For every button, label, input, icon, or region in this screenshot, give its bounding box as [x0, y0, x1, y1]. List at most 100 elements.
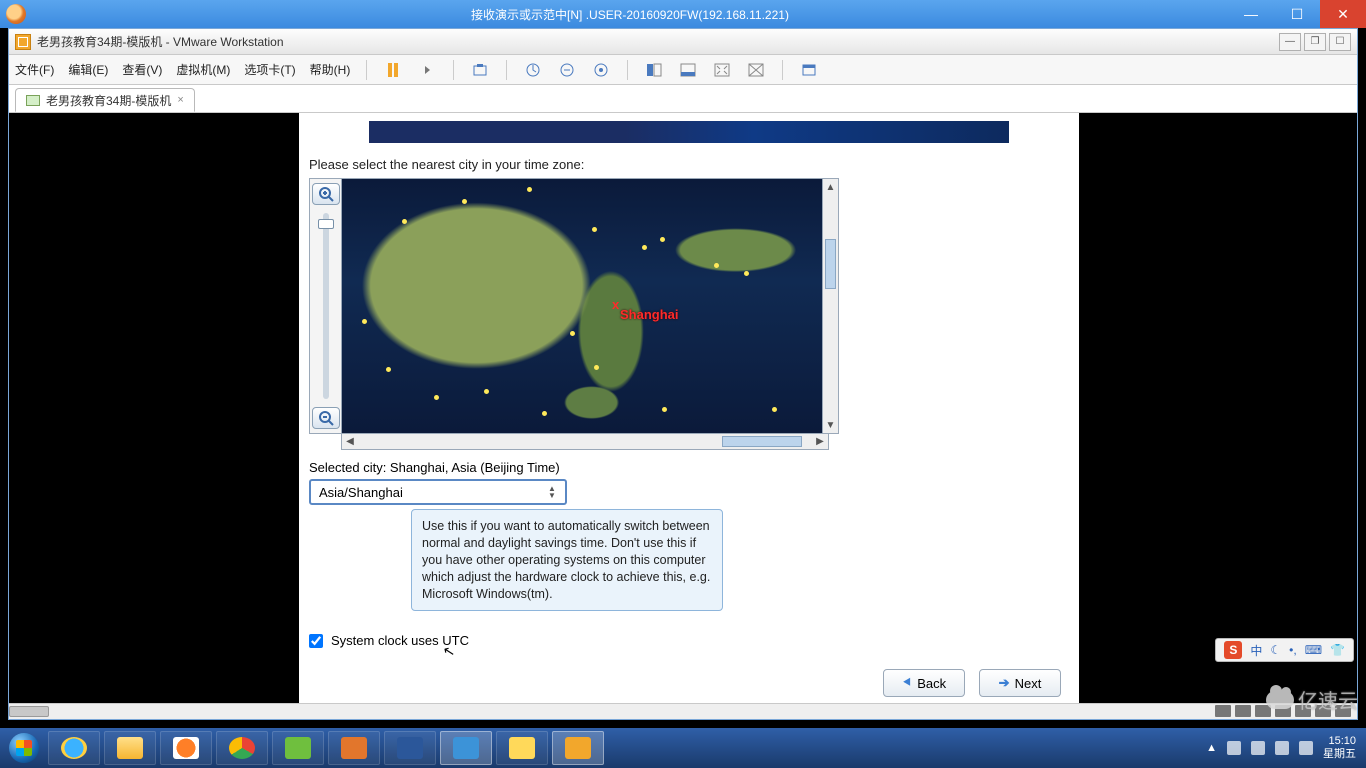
zoom-slider-handle[interactable]	[318, 219, 334, 229]
tray-chevron-up-icon[interactable]: ▲	[1206, 742, 1217, 754]
menu-file[interactable]: 文件(F)	[15, 61, 54, 78]
ime-toolbar[interactable]: S 中 ☾ •, ⌨ 👕	[1215, 638, 1354, 662]
vmware-title-bar: 老男孩教育34期-模版机 - VMware Workstation — ❐ ☐	[9, 29, 1357, 55]
scroll-up-icon[interactable]: ▲	[823, 179, 838, 195]
menu-vm[interactable]: 虚拟机(M)	[176, 61, 230, 78]
installer-nav-buttons: ⯇Back ➔Next	[883, 669, 1061, 697]
vmware-menu-bar: 文件(F) 编辑(E) 查看(V) 虚拟机(M) 选项卡(T) 帮助(H)	[9, 55, 1357, 85]
selected-city-marker-icon: x	[612, 297, 619, 312]
timezone-select[interactable]: Asia/Shanghai ▲▼	[309, 479, 567, 505]
vmware-window: 老男孩教育34期-模版机 - VMware Workstation — ❐ ☐ …	[8, 28, 1358, 720]
timezone-select-value: Asia/Shanghai	[319, 485, 545, 500]
tray-flag-icon[interactable]	[1227, 741, 1241, 755]
taskbar-word[interactable]	[384, 731, 436, 765]
taskbar-paint[interactable]	[496, 731, 548, 765]
city-dot-icon	[714, 263, 719, 268]
ime-lang-label[interactable]: 中	[1250, 642, 1262, 659]
vm-tab[interactable]: 老男孩教育34期-模版机 ×	[15, 88, 195, 112]
status-cd-icon[interactable]	[1235, 705, 1251, 717]
taskbar-media[interactable]	[160, 731, 212, 765]
zoom-out-button[interactable]	[312, 407, 340, 429]
timezone-map[interactable]: x Shanghai	[341, 178, 823, 434]
taskbar-utorrent[interactable]	[272, 731, 324, 765]
utc-checkbox[interactable]	[309, 634, 323, 648]
tray-clock[interactable]: 15:10 星期五	[1323, 735, 1356, 760]
menu-help[interactable]: 帮助(H)	[310, 61, 351, 78]
menu-tabs[interactable]: 选项卡(T)	[244, 61, 295, 78]
toolbar-pause-button[interactable]	[383, 60, 403, 80]
vmware-maximize-button[interactable]: ☐	[1329, 33, 1351, 51]
zoom-in-button[interactable]	[312, 183, 340, 205]
map-vertical-scrollbar[interactable]: ▲ ▼	[823, 178, 839, 434]
remote-maximize-button[interactable]: ☐	[1274, 0, 1320, 28]
chrome-icon	[229, 737, 255, 759]
back-button-label: Back	[917, 676, 946, 691]
map-hscroll-thumb[interactable]	[722, 436, 802, 447]
toolbar-snapshot-manager-icon[interactable]	[591, 60, 611, 80]
ime-punct-icon[interactable]: •,	[1289, 643, 1297, 657]
select-spinner-icon[interactable]: ▲▼	[545, 486, 559, 499]
city-dot-icon	[402, 219, 407, 224]
toolbar-view-console-icon[interactable]	[644, 60, 664, 80]
start-button[interactable]	[4, 728, 44, 768]
vmware-hscroll-thumb[interactable]	[9, 706, 49, 717]
media-icon	[173, 737, 199, 759]
taskbar-vmware[interactable]	[552, 731, 604, 765]
taskbar-chrome[interactable]	[216, 731, 268, 765]
city-dot-icon	[484, 389, 489, 394]
watermark-text: 亿速云	[1298, 685, 1358, 714]
toolbar-snapshot-revert-icon[interactable]	[557, 60, 577, 80]
next-button-label: Next	[1015, 676, 1042, 691]
vm-tab-label: 老男孩教育34期-模版机	[46, 92, 171, 109]
toolbar-library-icon[interactable]	[799, 60, 819, 80]
taskbar-explorer[interactable]	[104, 731, 156, 765]
city-dot-icon	[744, 271, 749, 276]
menu-edit[interactable]: 编辑(E)	[68, 61, 108, 78]
taskbar-powerpoint[interactable]	[328, 731, 380, 765]
vmware-tab-strip: 老男孩教育34期-模版机 ×	[9, 85, 1357, 113]
menu-view[interactable]: 查看(V)	[122, 61, 162, 78]
ime-skin-icon[interactable]: 👕	[1330, 643, 1345, 657]
taskbar-ie[interactable]	[48, 731, 100, 765]
toolbar-snapshot-icon[interactable]	[470, 60, 490, 80]
map-zoom-controls	[309, 178, 341, 434]
vm-tab-close-button[interactable]: ×	[177, 94, 183, 106]
map-horizontal-scrollbar[interactable]: ◀ ▶	[341, 434, 829, 450]
toolbar-snapshot-take-icon[interactable]	[523, 60, 543, 80]
remote-title-bar: 接收演示或示范中[N] .USER-20160920FW(192.168.11.…	[0, 0, 1366, 28]
ime-keyboard-icon[interactable]: ⌨	[1305, 643, 1322, 657]
city-dot-icon	[542, 411, 547, 416]
vm-console-viewport: Please select the nearest city in your t…	[9, 113, 1357, 703]
vmware-horizontal-scrollbar[interactable]	[9, 703, 1357, 719]
vmware-minimize-button[interactable]: —	[1279, 33, 1301, 51]
system-tray: ▲ 15:10 星期五	[1206, 735, 1362, 760]
status-hdd-icon[interactable]	[1215, 705, 1231, 717]
ime-sogou-icon[interactable]: S	[1224, 641, 1242, 659]
scroll-left-icon[interactable]: ◀	[342, 434, 358, 449]
vmware-title-text: 老男孩教育34期-模版机 - VMware Workstation	[37, 33, 284, 50]
next-button[interactable]: ➔Next	[979, 669, 1061, 697]
remote-minimize-button[interactable]: —	[1228, 0, 1274, 28]
toolbar-view-thumbnail-icon[interactable]	[678, 60, 698, 80]
city-dot-icon	[462, 199, 467, 204]
ime-moon-icon[interactable]: ☾	[1270, 643, 1281, 657]
map-vscroll-thumb[interactable]	[825, 239, 836, 289]
tray-volume-icon[interactable]	[1299, 741, 1313, 755]
taskbar-rdp[interactable]	[440, 731, 492, 765]
scroll-right-icon[interactable]: ▶	[812, 434, 828, 449]
toolbar-dropdown-icon[interactable]	[417, 60, 437, 80]
city-dot-icon	[527, 187, 532, 192]
city-dot-icon	[662, 407, 667, 412]
vmware-restore-button[interactable]: ❐	[1304, 33, 1326, 51]
city-dot-icon	[362, 319, 367, 324]
tray-shield-icon[interactable]	[1251, 741, 1265, 755]
city-dot-icon	[386, 367, 391, 372]
toolbar-fullscreen-icon[interactable]	[712, 60, 732, 80]
zoom-slider[interactable]	[323, 213, 329, 399]
back-button[interactable]: ⯇Back	[883, 669, 965, 697]
scroll-down-icon[interactable]: ▼	[823, 417, 838, 433]
toolbar-unity-icon[interactable]	[746, 60, 766, 80]
tray-network-icon[interactable]	[1275, 741, 1289, 755]
remote-close-button[interactable]: ✕	[1320, 0, 1366, 28]
timezone-prompt: Please select the nearest city in your t…	[309, 157, 1079, 172]
